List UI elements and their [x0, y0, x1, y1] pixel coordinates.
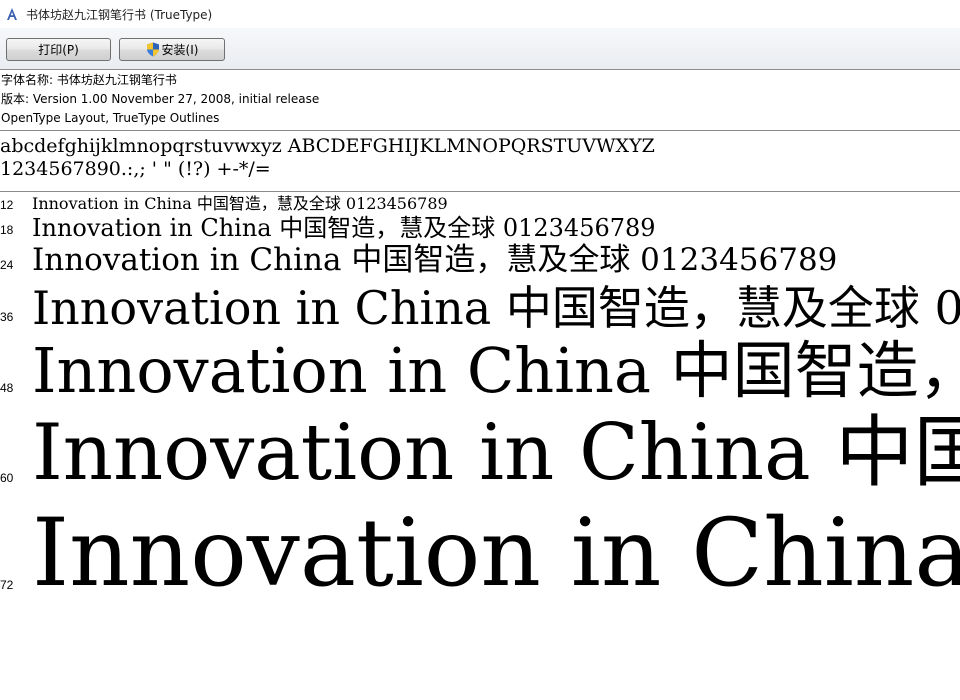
sample-text: Innovation in China 中国智造，慧及全球 0123456789	[32, 214, 656, 242]
size-label: 12	[0, 198, 14, 212]
size-label: 72	[0, 578, 14, 592]
toolbar: 打印(P) 安装(I)	[0, 28, 960, 70]
window-title: 书体坊赵九江钢笔行书 (TrueType)	[26, 7, 213, 22]
version-line: 版本: Version 1.00 November 27, 2008, init…	[1, 92, 320, 106]
charset-letters: abcdefghijklmnopqrstuvwxyz ABCDEFGHIJKLM…	[0, 135, 655, 157]
uac-shield-icon	[146, 42, 160, 57]
print-button-label: 打印(P)	[38, 43, 79, 57]
font-info: 字体名称: 书体坊赵九江钢笔行书 版本: Version 1.00 Novemb…	[0, 71, 960, 128]
font-file-icon	[4, 6, 20, 22]
sample-text: Innovation in China 中国智造，慧及全球 0123456789	[32, 410, 960, 498]
install-button-label: 安装(I)	[161, 43, 199, 57]
divider	[0, 130, 960, 131]
charset-digits-symbols: 1234567890.:,; ' " (!?) +-*/=	[0, 158, 271, 180]
sample-text: Innovation in China 中国智造，慧及全球 0123456789	[32, 243, 838, 278]
sample-text: Innovation in China 中国智造，慧及全球 0123456789	[32, 194, 448, 213]
sample-text: Innovation in China 中国智造，慧及全球 0123456789	[32, 282, 960, 335]
install-button[interactable]: 安装(I)	[119, 38, 225, 61]
sample-text: Innovation in China 中国智造，慧及全球 0123456789	[32, 337, 960, 407]
sample-text: Innovation in China 中国智造，慧及全球 0123456789	[32, 503, 960, 608]
size-label: 18	[0, 223, 14, 237]
sample-row-72: 72 Innovation in China 中国智造，慧及全球 0123456…	[0, 503, 960, 613]
character-set-preview: abcdefghijklmnopqrstuvwxyz ABCDEFGHIJKLM…	[0, 135, 960, 181]
size-label: 36	[0, 310, 14, 324]
size-label: 24	[0, 258, 14, 272]
sample-row-60: 60 Innovation in China 中国智造，慧及全球 0123456…	[0, 410, 960, 510]
font-name-line: 字体名称: 书体坊赵九江钢笔行书	[1, 73, 177, 87]
outline-line: OpenType Layout, TrueType Outlines	[1, 111, 220, 125]
divider	[0, 191, 960, 192]
size-label: 48	[0, 381, 14, 395]
size-label: 60	[0, 471, 14, 485]
title-bar: 书体坊赵九江钢笔行书 (TrueType)	[0, 0, 960, 28]
print-button[interactable]: 打印(P)	[6, 38, 111, 61]
